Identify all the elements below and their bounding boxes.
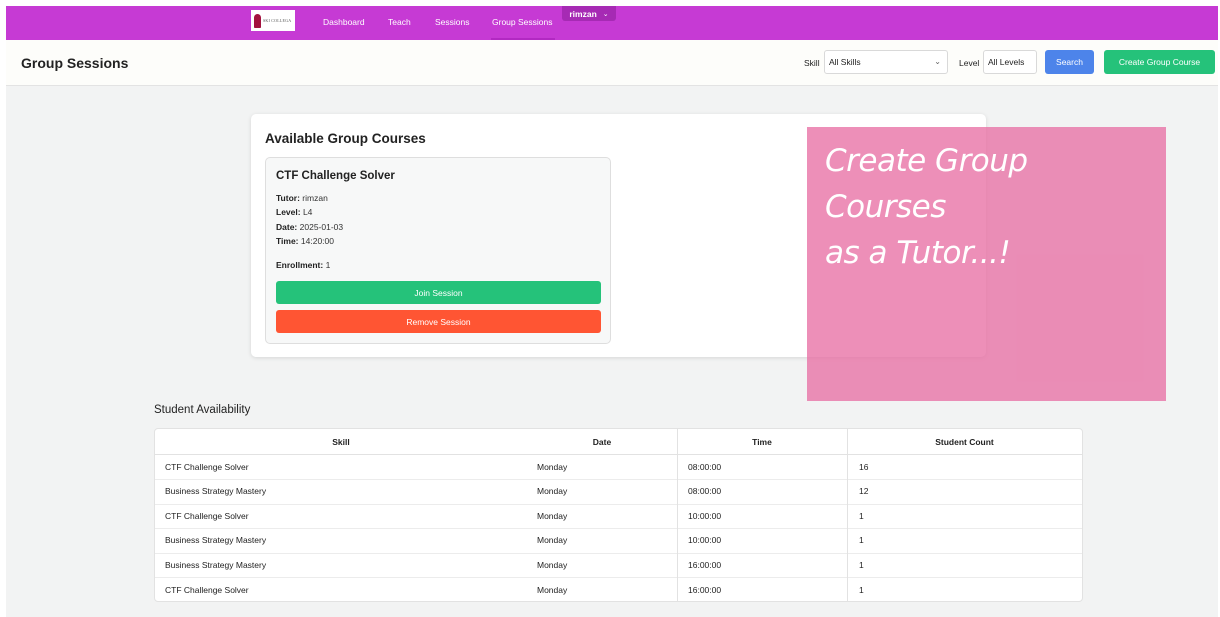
cell-date: Monday	[537, 584, 568, 595]
course-level: Level: L4	[276, 207, 313, 217]
cell-student-count: 1	[859, 559, 864, 570]
table-row: CTF Challenge Solver Monday 08:00:00 16	[155, 454, 1082, 480]
table-row: Business Strategy Mastery Monday 16:00:00 1	[155, 552, 1082, 579]
column-divider	[847, 527, 848, 553]
promo-line-2: as a Tutor...!	[825, 235, 1011, 271]
promo-line-1: Create Group Courses	[825, 143, 1028, 225]
brand-logo[interactable]: SKI COLLEGA	[251, 10, 295, 31]
column-divider	[677, 478, 678, 504]
availability-table: Skill Date Time Student Count CTF Challe…	[154, 428, 1083, 602]
course-name: CTF Challenge Solver	[276, 170, 395, 182]
join-session-button[interactable]: Join Session	[276, 281, 601, 304]
cell-date: Monday	[537, 461, 568, 472]
column-divider	[677, 503, 678, 529]
cell-time: 10:00:00	[688, 535, 722, 546]
cell-date: Monday	[537, 559, 568, 570]
course-enrollment: Enrollment: 1	[276, 260, 331, 270]
cell-skill: CTF Challenge Solver	[165, 510, 249, 521]
search-button[interactable]: Search	[1045, 50, 1094, 74]
promo-text: Create Group Courses as a Tutor...!	[825, 138, 1155, 276]
chevron-down-icon: ⌄	[934, 57, 941, 66]
nav-teach[interactable]: Teach	[388, 17, 411, 27]
cell-student-count: 1	[859, 584, 864, 595]
nav-group-sessions[interactable]: Group Sessions	[492, 17, 552, 27]
course-date: Date: 2025-01-03	[276, 222, 344, 232]
column-header-date: Date	[592, 436, 612, 447]
skill-select[interactable]: All Skills ⌄	[824, 50, 948, 74]
cell-date: Monday	[537, 535, 568, 546]
column-divider	[847, 552, 848, 578]
level-select[interactable]: All Levels	[983, 50, 1037, 74]
table-row: Business Strategy Mastery Monday 08:00:00 1…	[155, 478, 1082, 505]
cell-student-count: 16	[859, 461, 869, 472]
column-divider	[847, 454, 848, 479]
cell-time: 16:00:00	[688, 584, 722, 595]
app-frame: SKI COLLEGA Dashboard Teach Sessions Gro…	[6, 6, 1218, 617]
column-divider	[847, 577, 848, 601]
user-name: rimzan	[569, 8, 597, 19]
skill-select-value: All Skills	[829, 57, 861, 67]
promo-overlay: Create Group Courses as a Tutor...!	[807, 127, 1166, 401]
column-divider	[677, 577, 678, 601]
course-time: Time: 14:20:00	[276, 236, 334, 246]
course-card: CTF Challenge Solver Tutor: rimzan Level…	[265, 157, 611, 344]
cell-date: Monday	[537, 486, 568, 497]
logo-icon	[254, 13, 261, 28]
skill-label: Skill	[804, 58, 820, 68]
create-group-course-button[interactable]: Create Group Course	[1104, 50, 1215, 74]
cell-time: 08:00:00	[688, 461, 722, 472]
courses-title: Available Group Courses	[265, 131, 426, 146]
cell-skill: Business Strategy Mastery	[165, 535, 267, 546]
table-row: Business Strategy Mastery Monday 10:00:00 1	[155, 527, 1082, 554]
column-divider	[677, 527, 678, 553]
column-divider	[847, 478, 848, 504]
column-header-student-count: Student Count	[935, 436, 994, 447]
column-header-time: Time	[752, 436, 772, 447]
column-divider	[677, 454, 678, 479]
level-label: Level	[959, 58, 980, 68]
cell-skill: CTF Challenge Solver	[165, 584, 249, 595]
cell-date: Monday	[537, 510, 568, 521]
cell-time: 08:00:00	[688, 486, 722, 497]
page-title: Group Sessions	[21, 55, 129, 71]
column-divider	[677, 552, 678, 578]
nav-dashboard[interactable]: Dashboard	[323, 17, 365, 27]
table-row: CTF Challenge Solver Monday 10:00:00 1	[155, 503, 1082, 530]
nav-sessions[interactable]: Sessions	[435, 17, 470, 27]
column-header-skill: Skill	[332, 436, 350, 447]
column-divider	[847, 503, 848, 529]
cell-student-count: 12	[859, 486, 869, 497]
remove-session-button[interactable]: Remove Session	[276, 310, 601, 333]
cell-student-count: 1	[859, 535, 864, 546]
table-row: CTF Challenge Solver Monday 16:00:00 1	[155, 577, 1082, 601]
cell-skill: Business Strategy Mastery	[165, 559, 267, 570]
user-menu[interactable]: rimzan ⌄	[562, 6, 616, 21]
cell-time: 10:00:00	[688, 510, 722, 521]
availability-title: Student Availability	[154, 404, 251, 416]
cell-skill: Business Strategy Mastery	[165, 486, 267, 497]
cell-student-count: 1	[859, 510, 864, 521]
logo-text: SKI COLLEGA	[263, 18, 292, 23]
level-select-value: All Levels	[988, 57, 1025, 67]
page-header: Group Sessions Skill All Skills ⌄ Level …	[6, 40, 1218, 86]
chevron-down-icon: ⌄	[602, 10, 609, 18]
cell-time: 16:00:00	[688, 559, 722, 570]
course-tutor: Tutor: rimzan	[276, 193, 328, 203]
table-header: Skill Date Time Student Count	[155, 429, 1082, 455]
cell-skill: CTF Challenge Solver	[165, 461, 249, 472]
top-nav: SKI COLLEGA Dashboard Teach Sessions Gro…	[6, 6, 1218, 40]
